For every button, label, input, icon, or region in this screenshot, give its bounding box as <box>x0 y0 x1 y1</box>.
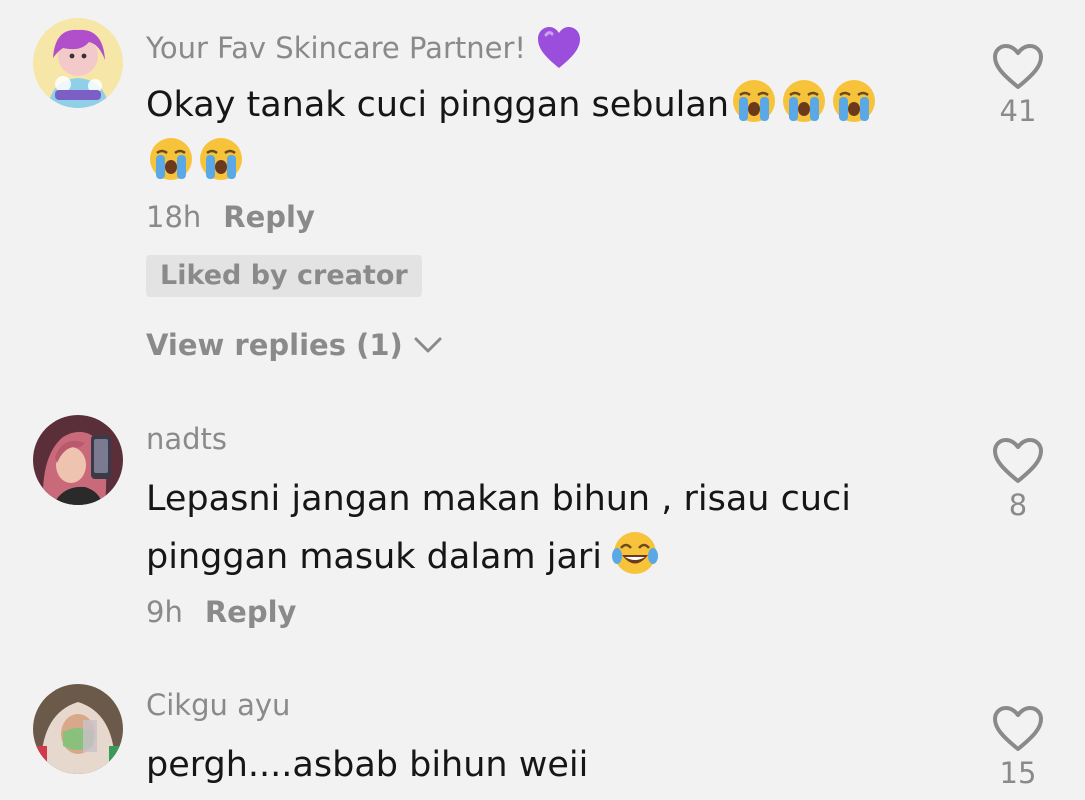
avatar-image <box>33 415 123 505</box>
comment-item: Cikgu ayu pergh....asbab bihun weii 15 <box>0 670 1085 800</box>
comment-item: Your Fav Skincare Partner! Okay tanak cu… <box>0 0 1085 390</box>
comment-time: 9h <box>146 595 183 629</box>
heart-outline-icon[interactable] <box>990 704 1046 754</box>
heart-outline-icon[interactable] <box>990 42 1046 92</box>
comment-time: 18h <box>146 200 202 234</box>
like-control: 8 <box>990 436 1046 522</box>
comment-meta: 18h Reply <box>146 200 315 234</box>
avatar-image <box>33 684 123 774</box>
loudly-crying-face-icon <box>198 136 244 182</box>
heart-outline-icon[interactable] <box>990 436 1046 486</box>
avatar[interactable] <box>33 18 123 108</box>
comment-item: nadts Lepasni jangan makan bihun , risau… <box>0 400 1085 660</box>
comment-text: pergh....asbab bihun weii <box>146 745 589 785</box>
avatar[interactable] <box>33 684 123 774</box>
loudly-crying-face-icon <box>731 78 777 124</box>
like-control: 15 <box>990 704 1046 790</box>
face-with-tears-of-joy-icon <box>612 530 659 576</box>
comment-username[interactable]: Your Fav Skincare Partner! <box>146 26 582 70</box>
comment-meta: 9h Reply <box>146 595 296 629</box>
comment-text: Lepasni jangan makan bihun , risau cuci p… <box>146 479 851 577</box>
avatar-image <box>33 18 123 108</box>
purple-heart-icon <box>536 26 582 70</box>
like-count: 41 <box>999 94 1037 128</box>
reply-button[interactable]: Reply <box>205 595 297 629</box>
liked-by-creator-badge: Liked by creator <box>146 255 422 297</box>
comment-username[interactable]: Cikgu ayu <box>146 688 290 722</box>
like-count: 8 <box>1008 488 1028 522</box>
comment-username[interactable]: nadts <box>146 422 227 456</box>
reply-button[interactable]: Reply <box>223 200 315 234</box>
loudly-crying-face-icon <box>148 136 194 182</box>
like-count: 15 <box>999 756 1037 790</box>
like-control: 41 <box>990 42 1046 128</box>
loudly-crying-face-icon <box>831 78 877 124</box>
comment-list: Your Fav Skincare Partner! Okay tanak cu… <box>0 0 1085 800</box>
chevron-down-icon <box>414 337 442 353</box>
avatar[interactable] <box>33 415 123 505</box>
view-replies-button[interactable]: View replies (1) <box>146 328 443 362</box>
loudly-crying-face-icon <box>781 78 827 124</box>
comment-text: Okay tanak cuci pinggan sebulan <box>146 76 926 192</box>
